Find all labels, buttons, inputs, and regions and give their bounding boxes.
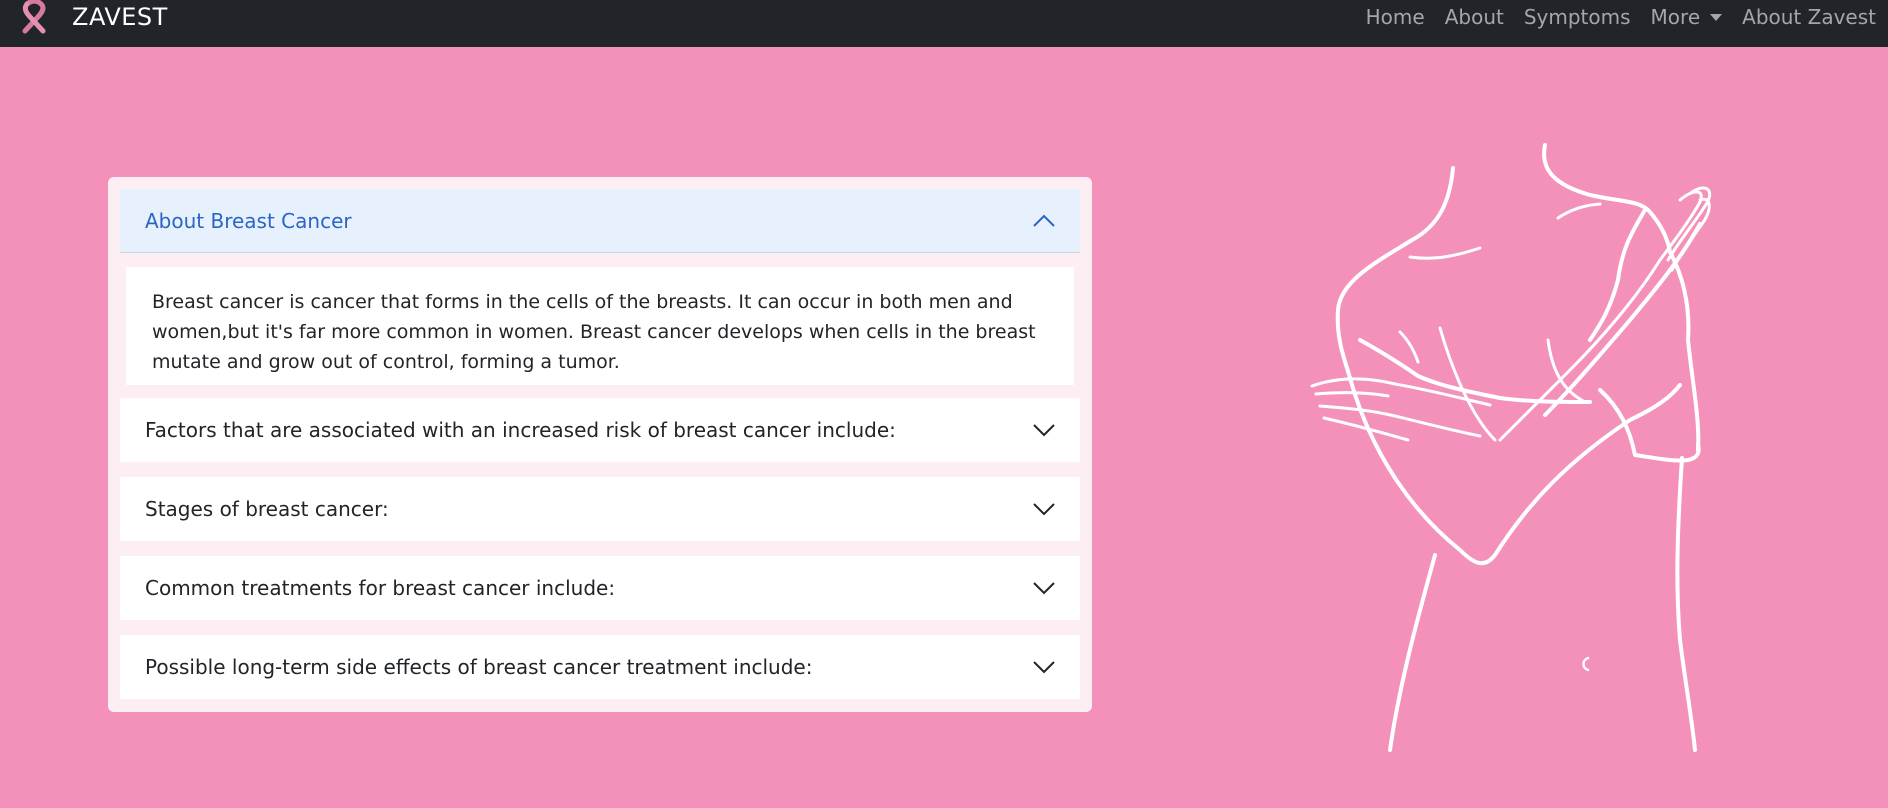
chevron-down-icon xyxy=(1033,503,1055,516)
info-accordion: About Breast Cancer Breast cancer is can… xyxy=(108,177,1092,712)
accordion-body-about-breast-cancer: Breast cancer is cancer that forms in th… xyxy=(126,267,1074,385)
nav-link-about[interactable]: About xyxy=(1445,5,1504,29)
pink-ribbon-icon xyxy=(22,0,46,33)
accordion-header-treatments[interactable]: Common treatments for breast cancer incl… xyxy=(120,556,1080,620)
accordion-title: Possible long-term side effects of breas… xyxy=(145,655,813,679)
accordion-header-about-breast-cancer[interactable]: About Breast Cancer xyxy=(120,189,1080,253)
accordion-header-stages[interactable]: Stages of breast cancer: xyxy=(120,477,1080,541)
nav-link-symptoms[interactable]: Symptoms xyxy=(1524,5,1631,29)
caret-down-icon xyxy=(1710,13,1723,21)
chevron-down-icon xyxy=(1033,582,1055,595)
woman-line-art-illustration xyxy=(1310,143,1711,752)
accordion-title: About Breast Cancer xyxy=(145,208,352,233)
brand[interactable]: ZAVEST xyxy=(14,0,168,33)
nav-link-home[interactable]: Home xyxy=(1366,5,1425,29)
chevron-up-icon xyxy=(1033,214,1055,227)
accordion-title: Factors that are associated with an incr… xyxy=(145,418,896,442)
accordion-header-risk-factors[interactable]: Factors that are associated with an incr… xyxy=(120,398,1080,462)
chevron-down-icon xyxy=(1033,661,1055,674)
nav-link-about-zavest[interactable]: About Zavest xyxy=(1742,5,1876,29)
nav-links: Home About Symptoms More About Zavest xyxy=(1366,5,1888,29)
accordion-title: Common treatments for breast cancer incl… xyxy=(145,576,616,600)
brand-name: ZAVEST xyxy=(72,2,168,31)
nav-link-more-label: More xyxy=(1650,4,1701,29)
accordion-title: Stages of breast cancer: xyxy=(145,497,389,521)
nav-dropdown-more[interactable]: More xyxy=(1651,5,1723,29)
navbar: ZAVEST Home About Symptoms More About Za… xyxy=(0,0,1888,47)
chevron-down-icon xyxy=(1033,424,1055,437)
accordion-body-text: Breast cancer is cancer that forms in th… xyxy=(152,291,1036,373)
accordion-header-side-effects[interactable]: Possible long-term side effects of breas… xyxy=(120,635,1080,699)
